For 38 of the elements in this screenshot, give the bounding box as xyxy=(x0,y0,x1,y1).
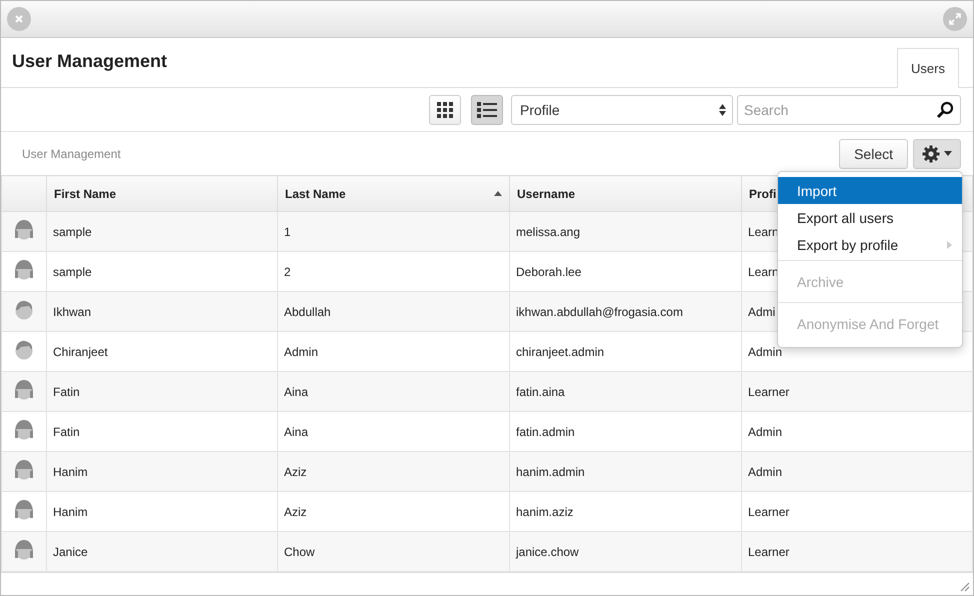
column-header[interactable]: Last Name xyxy=(278,176,510,212)
profile-select[interactable]: Profile xyxy=(511,94,733,124)
table-cell: hanim.admin xyxy=(510,452,742,492)
table-cell: ikhwan.abdullah@frogasia.com xyxy=(510,292,742,332)
list-icon xyxy=(477,100,497,118)
table-cell: Hanim xyxy=(46,452,278,492)
column-header[interactable]: First Name xyxy=(46,176,278,212)
updown-arrow-icon xyxy=(719,104,726,116)
table-cell: Learner xyxy=(742,532,972,572)
grid-view-button[interactable] xyxy=(429,94,461,124)
table-cell: Ikhwan xyxy=(46,292,278,332)
search-icon[interactable] xyxy=(936,100,954,118)
table-cell: janice.chow xyxy=(510,532,742,572)
table-cell: melissa.ang xyxy=(510,212,742,252)
settings-button[interactable] xyxy=(913,138,961,168)
select-button[interactable]: Select xyxy=(839,138,908,168)
table-cell: Janice xyxy=(46,532,278,572)
table-cell: Learner xyxy=(742,372,972,412)
column-header[interactable]: Username xyxy=(510,176,742,212)
breadcrumb: User Management xyxy=(22,146,121,160)
tab[interactable]: Users xyxy=(897,48,959,88)
table-cell: fatin.aina xyxy=(510,372,742,412)
grid-icon xyxy=(436,100,454,118)
window-title: User Management xyxy=(12,51,168,72)
table-cell: sample xyxy=(46,212,278,252)
list-view-button[interactable] xyxy=(471,94,503,124)
search-field[interactable]: Search xyxy=(737,94,961,124)
table-cell: Abdullah xyxy=(278,292,510,332)
table-cell: Aziz xyxy=(278,452,510,492)
gear-icon xyxy=(922,144,940,162)
table-cell: Chow xyxy=(278,532,510,572)
table-cell: Aina xyxy=(278,372,510,412)
resize-grip-icon[interactable] xyxy=(958,580,970,592)
table-cell: Admin xyxy=(742,452,972,492)
menu-item[interactable]: Import xyxy=(778,177,962,204)
caret-icon xyxy=(944,151,952,156)
table-cell: 1 xyxy=(278,212,510,252)
table-cell: Fatin xyxy=(46,372,278,412)
